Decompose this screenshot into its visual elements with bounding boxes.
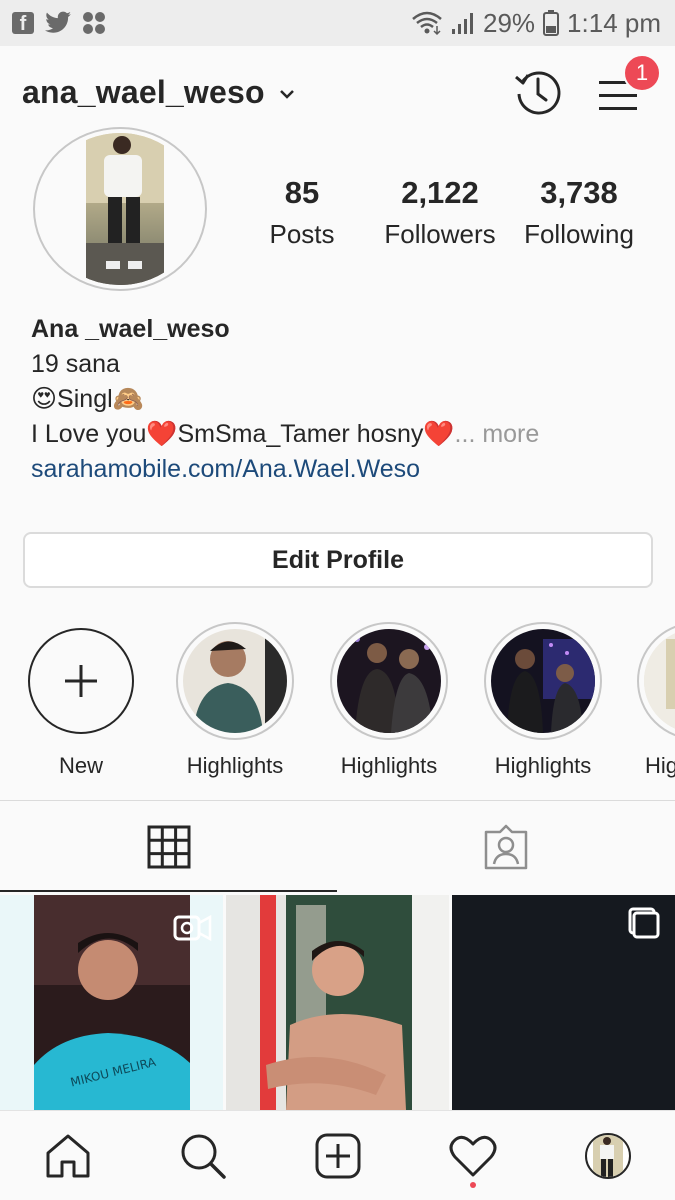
highlight-label: Highlights xyxy=(186,753,284,778)
grid-icon xyxy=(147,825,190,869)
highlight-label: Highlights xyxy=(340,753,438,778)
profile-avatar-small xyxy=(584,1132,631,1179)
highlight-thumbnail xyxy=(491,629,595,733)
active-tab-indicator xyxy=(0,890,337,892)
profile-bio: Ana _wael_weso 19 sana 😍Singl🙈 I Love yo… xyxy=(31,312,651,487)
followers-count: 2,122 xyxy=(401,175,479,210)
nav-search[interactable] xyxy=(163,1116,243,1196)
highlight-item[interactable]: Highlights xyxy=(175,622,295,779)
story-highlights: New Highlights Highlights Highlights Hig xyxy=(0,622,675,782)
home-icon xyxy=(46,1134,89,1177)
post-thumbnail[interactable] xyxy=(452,895,675,1110)
profile-photo xyxy=(86,133,164,285)
twitter-icon xyxy=(45,11,71,33)
tab-tagged[interactable] xyxy=(337,801,674,893)
highlight-label: Highlights xyxy=(494,753,592,778)
tab-grid[interactable] xyxy=(0,801,337,893)
menu-button[interactable]: 1 xyxy=(597,54,661,120)
facebook-icon: f xyxy=(12,12,34,34)
highlight-thumbnail xyxy=(644,629,675,733)
highlight-label: Hig xyxy=(645,753,675,778)
search-icon xyxy=(181,1134,226,1179)
profile-tabs xyxy=(0,800,675,892)
website-link[interactable]: sarahamobile.com/Ana.Wael.Weso xyxy=(31,452,651,487)
highlight-item-partial[interactable]: Hig xyxy=(637,622,675,782)
notification-badge: 1 xyxy=(623,54,661,92)
heart-icon xyxy=(449,1135,496,1176)
highlight-new[interactable]: New xyxy=(21,622,141,779)
profile-header: ana_wael_weso 1 xyxy=(0,46,675,138)
tagged-person-icon xyxy=(484,824,527,870)
wifi-icon xyxy=(412,11,442,36)
bio-line: 19 sana xyxy=(31,350,120,378)
signal-icon xyxy=(452,13,473,34)
username-switcher[interactable]: ana_wael_weso xyxy=(22,74,265,111)
highlight-thumbnail xyxy=(183,629,287,733)
highlight-label: New xyxy=(58,753,103,778)
posts-count: 85 xyxy=(284,175,320,210)
post-thumbnail[interactable] xyxy=(226,895,449,1110)
chevron-down-icon[interactable] xyxy=(279,88,295,100)
archive-icon[interactable] xyxy=(513,67,563,117)
highlight-item[interactable]: Highlights xyxy=(329,622,449,779)
bottom-navigation xyxy=(0,1110,675,1200)
battery-icon xyxy=(543,10,560,36)
posts-grid: MIKOU MELIRA xyxy=(0,895,675,1110)
clock: 1:14 pm xyxy=(567,7,661,38)
add-post-icon xyxy=(315,1133,360,1178)
app-grid-icon xyxy=(83,12,105,34)
bio-more-link[interactable]: ... more xyxy=(455,420,540,448)
display-name: Ana _wael_weso xyxy=(31,315,230,343)
highlight-thumbnail xyxy=(337,629,441,733)
following-stat[interactable]: 3,738 Following xyxy=(514,175,644,250)
plus-icon xyxy=(65,665,97,697)
highlight-item[interactable]: Highlights xyxy=(483,622,603,779)
edit-profile-button[interactable]: Edit Profile xyxy=(23,532,653,588)
profile-avatar[interactable] xyxy=(33,127,207,291)
following-label: Following xyxy=(524,219,634,249)
following-count: 3,738 xyxy=(540,175,618,210)
followers-label: Followers xyxy=(384,219,496,249)
nav-activity[interactable] xyxy=(433,1116,513,1196)
followers-stat[interactable]: 2,122 Followers xyxy=(375,175,505,250)
battery-percent: 29% xyxy=(483,7,536,38)
activity-dot xyxy=(469,1181,476,1188)
status-bar: f 29% 1:14 pm xyxy=(0,0,675,46)
posts-label: Posts xyxy=(269,219,335,249)
post-thumbnail[interactable]: MIKOU MELIRA xyxy=(0,895,223,1110)
nav-profile[interactable] xyxy=(568,1116,648,1196)
bio-line: I Love you❤️SmSma_Tamer hosny❤️ xyxy=(31,420,455,448)
nav-home[interactable] xyxy=(28,1116,108,1196)
bio-line: 😍Singl🙈 xyxy=(31,385,144,413)
posts-stat[interactable]: 85 Posts xyxy=(250,175,354,250)
nav-create[interactable] xyxy=(298,1116,378,1196)
